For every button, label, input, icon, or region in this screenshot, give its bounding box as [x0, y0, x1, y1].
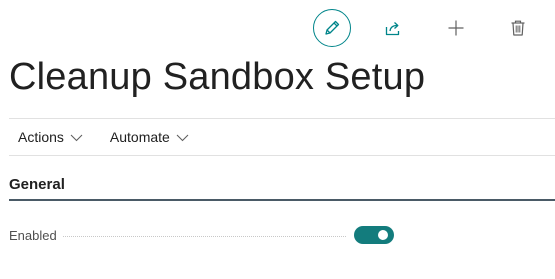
add-button[interactable]	[437, 9, 475, 47]
plus-icon	[448, 20, 464, 36]
chevron-down-icon	[176, 129, 189, 145]
menu-item-label: Automate	[109, 129, 170, 145]
menu-item-automate[interactable]: Automate	[101, 129, 189, 145]
field-row-enabled: Enabled	[9, 224, 399, 246]
delete-button[interactable]	[499, 9, 537, 47]
trash-icon	[511, 20, 525, 36]
menu-item-label: Actions	[18, 129, 64, 145]
field-leader-dots	[62, 235, 346, 237]
chevron-down-icon	[70, 129, 83, 145]
action-menu-bar: Actions Automate	[9, 119, 207, 155]
toggle-knob	[378, 230, 388, 240]
field-label-enabled: Enabled	[9, 227, 57, 243]
page-title: Cleanup Sandbox Setup	[9, 56, 426, 98]
edit-button[interactable]	[313, 9, 351, 47]
pencil-icon	[325, 20, 340, 35]
section-divider	[9, 199, 555, 201]
menu-item-actions[interactable]: Actions	[9, 129, 83, 145]
section-title-general[interactable]: General	[9, 176, 65, 193]
share-button[interactable]	[374, 9, 412, 47]
enabled-toggle[interactable]	[354, 226, 394, 244]
share-icon	[385, 22, 400, 36]
menu-divider-bottom	[9, 155, 555, 156]
page: Cleanup Sandbox Setup Actions Automate G…	[0, 0, 555, 279]
